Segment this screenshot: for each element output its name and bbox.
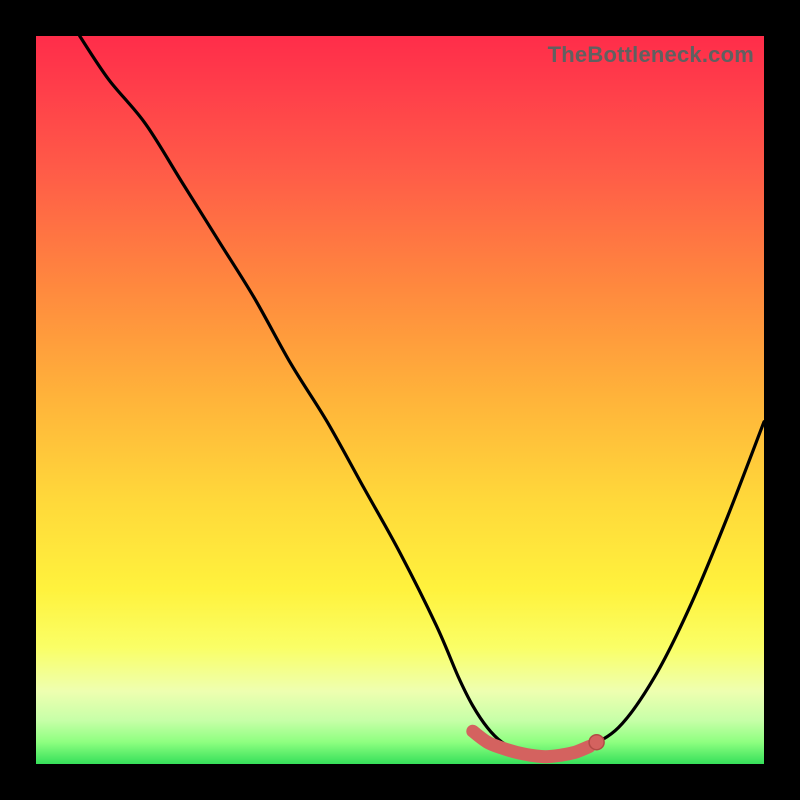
optimal-marker-dot [589,735,604,750]
bottleneck-curve-path [80,36,764,757]
optimal-range-highlight [473,731,590,757]
chart-frame: TheBottleneck.com [0,0,800,800]
curve-layer [36,36,764,764]
plot-area: TheBottleneck.com [36,36,764,764]
